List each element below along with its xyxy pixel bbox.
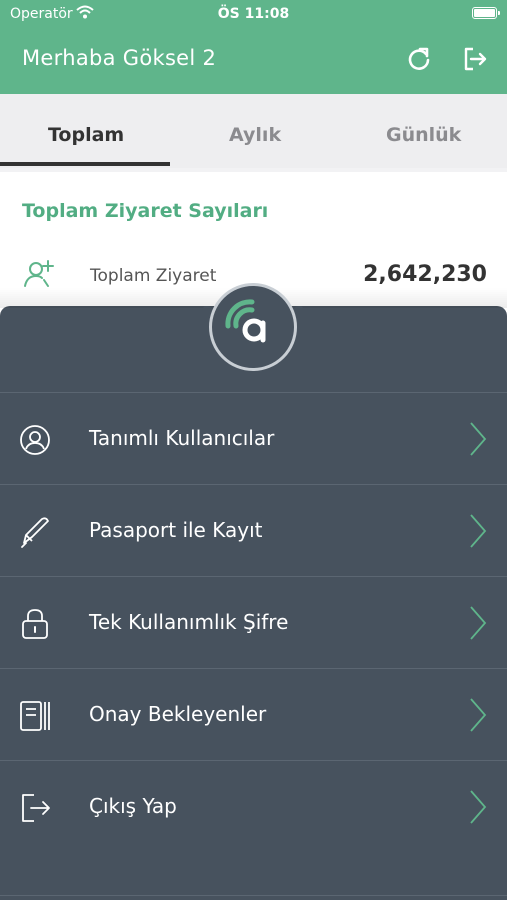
pen-icon (21, 517, 49, 548)
clock: ÖS 11:08 (217, 6, 290, 22)
tab-bar: Toplam Aylık Günlük (0, 94, 507, 168)
side-drawer: Tanımlı Kullanıcılar Pasaport ile Kayıt … (0, 288, 507, 900)
status-bar: Operatör ÖS 11:08 (0, 0, 507, 28)
battery-icon (472, 7, 500, 19)
menu-item-cikis-yap[interactable]: Çıkış Yap (0, 760, 507, 852)
page-title: Merhaba Göksel 2 (22, 46, 217, 70)
tab-gunluk[interactable]: Günlük (386, 124, 461, 146)
stat-label: Toplam Ziyaret (90, 266, 217, 286)
menu-item-label: Pasaport ile Kayıt (89, 518, 263, 542)
tab-toplam[interactable]: Toplam (48, 124, 124, 146)
chevron-right-icon (470, 790, 487, 824)
active-tab-indicator (0, 162, 170, 166)
menu-item-label: Çıkış Yap (89, 794, 177, 818)
chevron-right-icon (470, 422, 487, 456)
user-circle-icon (20, 425, 50, 455)
logout-icon[interactable] (462, 46, 488, 72)
app-logo (225, 299, 266, 343)
menu-item-label: Onay Bekleyenler (89, 702, 267, 726)
header-bar: Operatör ÖS 11:08 Merhaba Göksel 2 (0, 0, 507, 94)
chevron-right-icon (470, 698, 487, 732)
menu-item-tanimli-kullanicilar[interactable]: Tanımlı Kullanıcılar (0, 392, 507, 484)
exit-icon (22, 794, 50, 822)
add-user-icon (24, 260, 54, 287)
stat-value: 2,642,230 (363, 262, 487, 287)
chevron-right-icon (470, 514, 487, 548)
menu-item-tek-kullanimlik-sifre[interactable]: Tek Kullanımlık Şifre (0, 576, 507, 668)
refresh-icon[interactable] (406, 46, 432, 72)
tab-aylik[interactable]: Aylık (229, 124, 281, 146)
menu-item-onay-bekleyenler[interactable]: Onay Bekleyenler (0, 668, 507, 760)
pending-list-icon (20, 701, 50, 731)
app-screen: Operatör ÖS 11:08 Merhaba Göksel 2 Topla… (0, 0, 507, 900)
lock-icon (22, 609, 48, 639)
menu-item-pasaport-ile-kayit[interactable]: Pasaport ile Kayıt (0, 484, 507, 576)
section-title: Toplam Ziyaret Sayıları (22, 200, 269, 222)
chevron-right-icon (470, 606, 487, 640)
menu-item-label: Tanımlı Kullanıcılar (89, 426, 275, 450)
drawer-bottom-divider (0, 895, 507, 896)
menu-item-label: Tek Kullanımlık Şifre (89, 610, 289, 634)
